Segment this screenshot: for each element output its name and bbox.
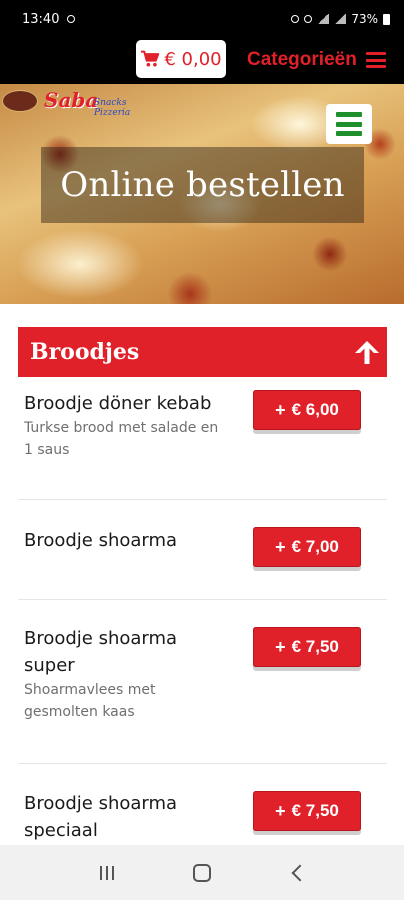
hero-banner: Saba Snacks Pizzeria Online bestellen: [0, 84, 404, 304]
add-to-cart-button[interactable]: + € 7,50: [253, 791, 361, 831]
product-name: Broodje shoarma: [24, 530, 178, 551]
system-nav-bar: [0, 845, 404, 900]
add-to-cart-button[interactable]: + € 7,50: [253, 627, 361, 667]
product-price: € 7,00: [291, 537, 339, 556]
recent-apps-button[interactable]: [87, 853, 127, 893]
notification-icon: [67, 15, 76, 23]
plus-icon: +: [275, 536, 286, 557]
plus-icon: +: [275, 636, 286, 657]
cart-icon: [141, 50, 160, 67]
menu-icon: [336, 112, 362, 136]
cart-button[interactable]: € 0,00: [136, 40, 226, 78]
hamburger-icon: [365, 52, 386, 68]
signal-icon: [334, 14, 347, 24]
add-to-cart-button[interactable]: + € 7,00: [253, 527, 361, 567]
wifi-icon: [317, 14, 330, 24]
product-item: Broodje shoarma + € 7,00: [18, 500, 387, 600]
menu-toggle-button[interactable]: [326, 104, 372, 144]
logo[interactable]: Saba Snacks Pizzeria: [2, 86, 131, 118]
back-icon: [291, 864, 309, 881]
back-button[interactable]: [277, 853, 317, 893]
categories-button[interactable]: Categorieën: [247, 46, 386, 74]
product-item: Broodje shoarma speciaal + € 7,50: [18, 764, 387, 845]
cart-total: € 0,00: [164, 48, 222, 70]
battery-icon: [383, 13, 390, 25]
status-bar: 13:40 73%: [0, 0, 404, 38]
product-item: Broodje döner kebab Turkse brood met sal…: [18, 380, 387, 500]
logo-tagline: Snacks Pizzeria: [94, 98, 131, 118]
product-description: Shoarmavlees met gesmolten kaas: [24, 682, 156, 720]
product-description: Turkse brood met salade en 1 saus: [24, 420, 219, 458]
alarm-icon: [291, 15, 300, 23]
category-header-broodjes[interactable]: Broodjes: [18, 327, 387, 377]
arrow-up-icon: [355, 341, 379, 364]
logo-name: Saba: [44, 88, 99, 112]
plus-icon: +: [275, 800, 286, 821]
bluetooth-icon: [304, 15, 313, 23]
product-price: € 7,50: [291, 801, 339, 820]
product-price: € 6,00: [291, 400, 339, 419]
product-item: Broodje shoarma super Shoarmavlees met g…: [18, 600, 387, 764]
product-name: Broodje shoarma super: [24, 628, 178, 676]
hero-title: Online bestellen: [60, 165, 345, 205]
category-title: Broodjes: [30, 339, 140, 365]
home-button[interactable]: [182, 853, 222, 893]
battery-percent: 73%: [351, 12, 378, 26]
status-time: 13:40: [22, 11, 60, 27]
product-price: € 7,50: [291, 637, 339, 656]
logo-badge: [2, 90, 38, 112]
product-name: Broodje shoarma speciaal: [24, 793, 178, 841]
plus-icon: +: [275, 399, 286, 420]
home-icon: [192, 863, 211, 882]
app-header: € 0,00 Categorieën: [0, 38, 404, 84]
add-to-cart-button[interactable]: + € 6,00: [253, 390, 361, 430]
recent-apps-icon: [100, 865, 115, 880]
hero-title-box: Online bestellen: [41, 147, 364, 223]
categories-label: Categorieën: [247, 49, 357, 70]
product-name: Broodje döner kebab: [24, 393, 212, 414]
